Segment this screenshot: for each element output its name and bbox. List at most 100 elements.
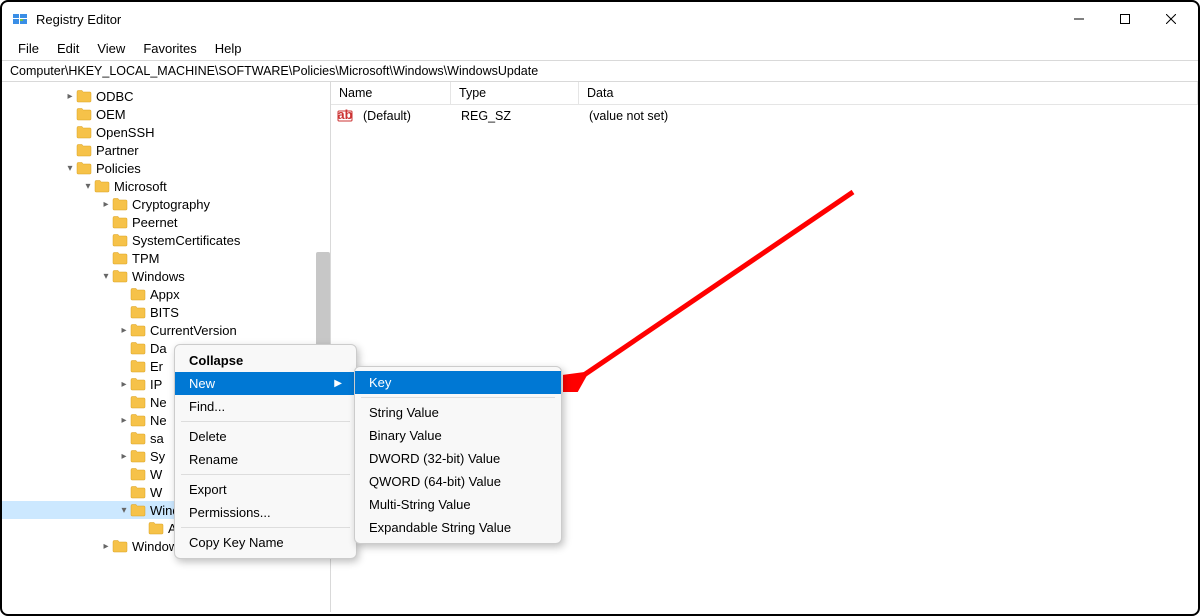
ctx-item-string-value[interactable]: String Value bbox=[355, 401, 561, 424]
ctx-item-export[interactable]: Export bbox=[175, 478, 356, 501]
window-title: Registry Editor bbox=[36, 12, 1056, 27]
tree-item-odbc[interactable]: ▸ ODBC bbox=[2, 87, 330, 105]
tree-expand-icon[interactable]: ▸ bbox=[118, 415, 130, 426]
tree-item-microsoft[interactable]: ▾ Microsoft bbox=[2, 177, 330, 195]
ctx-item-label: Multi-String Value bbox=[369, 497, 471, 512]
ctx-item-multi-string-value[interactable]: Multi-String Value bbox=[355, 493, 561, 516]
maximize-button[interactable] bbox=[1102, 4, 1148, 34]
ctx-item-label: Rename bbox=[189, 452, 238, 467]
tree-item-label: Partner bbox=[96, 143, 139, 158]
tree-expand-icon[interactable]: ▾ bbox=[64, 163, 76, 174]
column-type[interactable]: Type bbox=[451, 82, 579, 104]
menu-edit[interactable]: Edit bbox=[49, 39, 87, 58]
value-name: (Default) bbox=[355, 107, 453, 125]
menu-view[interactable]: View bbox=[89, 39, 133, 58]
tree-item-label: Cryptography bbox=[132, 197, 210, 212]
tree-item-label: Ne bbox=[150, 395, 167, 410]
ctx-item-label: QWORD (64-bit) Value bbox=[369, 474, 501, 489]
tree-item-label: Sy bbox=[150, 449, 165, 464]
tree-item-label: OEM bbox=[96, 107, 126, 122]
tree-item-label: Microsoft bbox=[114, 179, 167, 194]
value-type: REG_SZ bbox=[453, 107, 581, 125]
tree-item-peernet[interactable]: Peernet bbox=[2, 213, 330, 231]
tree-item-currentversion[interactable]: ▸CurrentVersion bbox=[2, 321, 330, 339]
ctx-item-expandable-string-value[interactable]: Expandable String Value bbox=[355, 516, 561, 539]
ctx-item-binary-value[interactable]: Binary Value bbox=[355, 424, 561, 447]
tree-item-label: Er bbox=[150, 359, 163, 374]
list-item[interactable]: ab (Default) REG_SZ (value not set) bbox=[331, 105, 1198, 127]
context-menu[interactable]: Collapse New ▶ Find... Delete Rename Export Per… bbox=[174, 344, 357, 559]
ctx-item-label: Permissions... bbox=[189, 505, 271, 520]
tree-expand-icon[interactable]: ▸ bbox=[100, 199, 112, 210]
context-submenu-new[interactable]: Key String Value Binary Value DWORD (32-bit… bbox=[354, 366, 562, 544]
minimize-button[interactable] bbox=[1056, 4, 1102, 34]
ctx-item-rename[interactable]: Rename bbox=[175, 448, 356, 471]
ctx-item-label: Key bbox=[369, 375, 391, 390]
list-header[interactable]: Name Type Data bbox=[331, 82, 1198, 105]
ctx-item-new[interactable]: New ▶ bbox=[175, 372, 356, 395]
app-icon bbox=[12, 11, 28, 27]
tree-expand-icon[interactable]: ▸ bbox=[118, 379, 130, 390]
tree-item-appx[interactable]: Appx bbox=[2, 285, 330, 303]
ctx-item-label: Copy Key Name bbox=[189, 535, 284, 550]
tree-item-label: Appx bbox=[150, 287, 180, 302]
title-bar: Registry Editor bbox=[2, 2, 1198, 36]
ctx-item-copy-key-name[interactable]: Copy Key Name bbox=[175, 531, 356, 554]
tree-item-windows[interactable]: ▾ Windows bbox=[2, 267, 330, 285]
tree-item-label: OpenSSH bbox=[96, 125, 155, 140]
tree-expand-icon[interactable]: ▾ bbox=[82, 181, 94, 192]
tree-item-cryptography[interactable]: ▸ Cryptography bbox=[2, 195, 330, 213]
tree-expand-icon[interactable]: ▸ bbox=[64, 91, 76, 102]
string-value-icon: ab bbox=[337, 108, 353, 124]
tree-item-tpm[interactable]: TPM bbox=[2, 249, 330, 267]
tree-item-openssh[interactable]: OpenSSH bbox=[2, 123, 330, 141]
menu-file[interactable]: File bbox=[10, 39, 47, 58]
tree-item-label: ODBC bbox=[96, 89, 134, 104]
tree-item-oem[interactable]: OEM bbox=[2, 105, 330, 123]
tree-item-label: IP bbox=[150, 377, 162, 392]
ctx-item-find-[interactable]: Find... bbox=[175, 395, 356, 418]
menu-favorites[interactable]: Favorites bbox=[135, 39, 204, 58]
column-name[interactable]: Name bbox=[331, 82, 451, 104]
ctx-item-delete[interactable]: Delete bbox=[175, 425, 356, 448]
tree-item-label: Peernet bbox=[132, 215, 178, 230]
tree-item-label: BITS bbox=[150, 305, 179, 320]
tree-item-label: W bbox=[150, 485, 162, 500]
address-bar[interactable]: Computer\HKEY_LOCAL_MACHINE\SOFTWARE\Pol… bbox=[2, 60, 1198, 82]
ctx-item-qword-64-bit-value[interactable]: QWORD (64-bit) Value bbox=[355, 470, 561, 493]
tree-item-label: TPM bbox=[132, 251, 159, 266]
ctx-item-label: New bbox=[189, 376, 215, 391]
tree-item-label: Ne bbox=[150, 413, 167, 428]
ctx-item-label: Binary Value bbox=[369, 428, 442, 443]
ctx-item-collapse[interactable]: Collapse bbox=[175, 349, 356, 372]
tree-item-policies[interactable]: ▾ Policies bbox=[2, 159, 330, 177]
value-data: (value not set) bbox=[581, 107, 1198, 125]
ctx-item-key[interactable]: Key bbox=[355, 371, 561, 394]
tree-expand-icon[interactable]: ▾ bbox=[100, 271, 112, 282]
chevron-right-icon: ▶ bbox=[334, 378, 342, 389]
ctx-item-label: Find... bbox=[189, 399, 225, 414]
ctx-item-permissions-[interactable]: Permissions... bbox=[175, 501, 356, 524]
tree-item-label: Policies bbox=[96, 161, 141, 176]
tree-item-label: SystemCertificates bbox=[132, 233, 240, 248]
tree-item-partner[interactable]: Partner bbox=[2, 141, 330, 159]
menu-bar: File Edit View Favorites Help bbox=[2, 36, 1198, 60]
tree-expand-icon[interactable]: ▸ bbox=[118, 325, 130, 336]
ctx-item-label: Collapse bbox=[189, 353, 243, 368]
menu-help[interactable]: Help bbox=[207, 39, 250, 58]
tree-expand-icon[interactable]: ▸ bbox=[118, 451, 130, 462]
ctx-item-label: Expandable String Value bbox=[369, 520, 511, 535]
close-button[interactable] bbox=[1148, 4, 1194, 34]
tree-expand-icon[interactable]: ▸ bbox=[100, 541, 112, 552]
ctx-item-label: DWORD (32-bit) Value bbox=[369, 451, 500, 466]
tree-expand-icon[interactable]: ▾ bbox=[118, 505, 130, 516]
tree-item-systemcertificates[interactable]: SystemCertificates bbox=[2, 231, 330, 249]
tree-item-bits[interactable]: BITS bbox=[2, 303, 330, 321]
tree-item-label: sa bbox=[150, 431, 164, 446]
ctx-item-label: Delete bbox=[189, 429, 227, 444]
ctx-item-dword-32-bit-value[interactable]: DWORD (32-bit) Value bbox=[355, 447, 561, 470]
tree-item-label: W bbox=[150, 467, 162, 482]
tree-item-label: Da bbox=[150, 341, 167, 356]
tree-item-label: Windows bbox=[132, 269, 185, 284]
column-data[interactable]: Data bbox=[579, 82, 1198, 104]
